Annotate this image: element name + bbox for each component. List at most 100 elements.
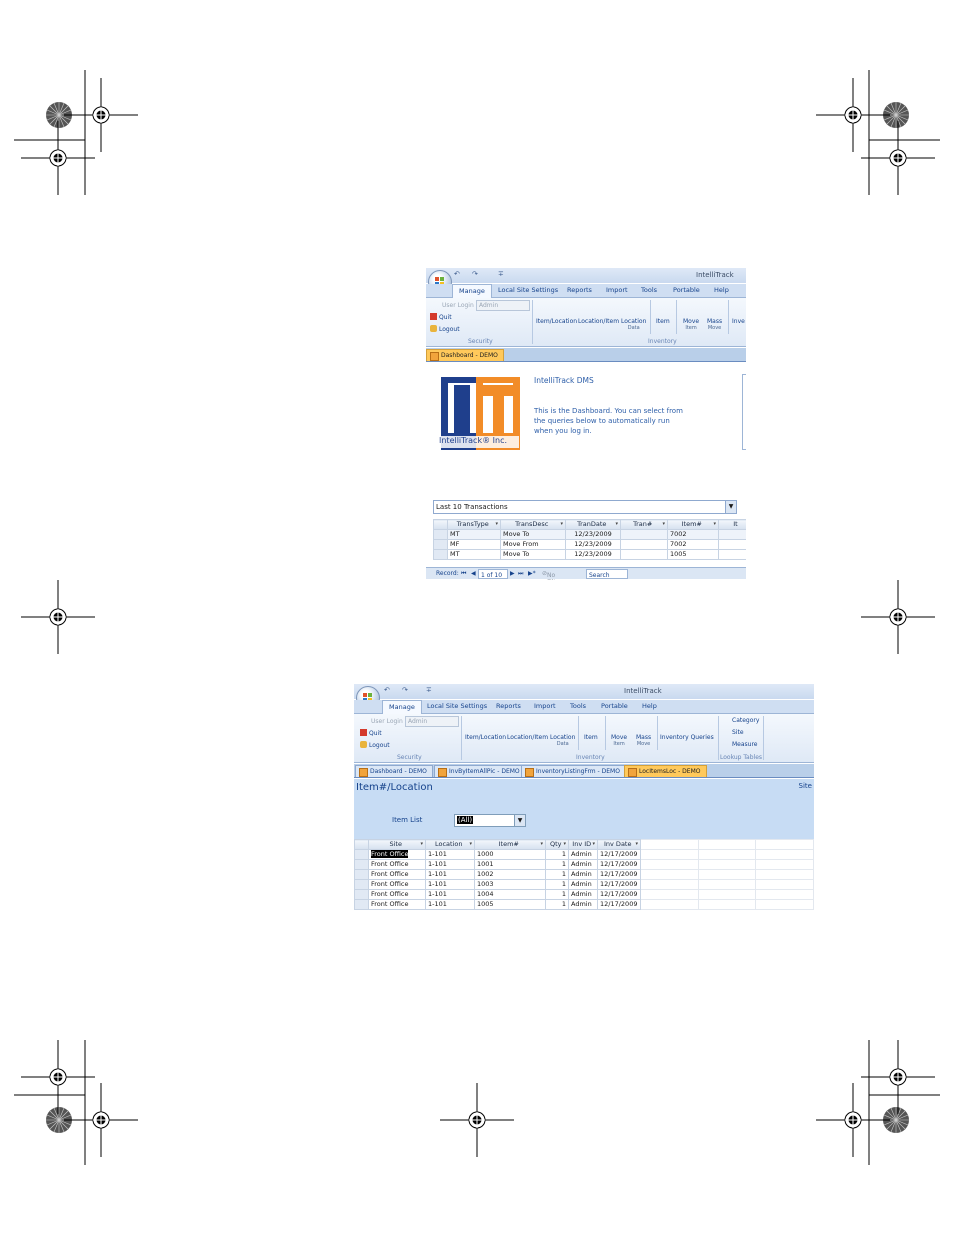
cell[interactable]: 7002 [667, 529, 719, 540]
column-header[interactable]: TransType ▾ [447, 519, 501, 530]
table-row[interactable]: Front Office 1-101 1005 1 Admin 12/17/20… [354, 899, 814, 910]
row-selector[interactable] [354, 889, 369, 900]
tab-tools[interactable]: Tools [570, 702, 586, 710]
row-selector[interactable] [433, 549, 448, 560]
cell[interactable]: 12/23/2009 [565, 549, 621, 560]
filter-status[interactable]: ⊘ No Filter [542, 570, 562, 580]
chevron-down-icon[interactable]: ▼ [725, 501, 736, 513]
row-selector[interactable] [433, 539, 448, 550]
cell[interactable]: 1-101 [425, 869, 475, 880]
column-header[interactable]: Tran# ▾ [620, 519, 668, 530]
cell[interactable]: Admin [568, 879, 598, 890]
table-row[interactable]: MT Move To 12/23/2009 1005 [433, 549, 746, 560]
undo-icon[interactable]: ↶ [454, 270, 460, 278]
table-row[interactable]: Front Office 1-101 1002 1 Admin 12/17/20… [354, 869, 814, 880]
customize-qat-icon[interactable]: ∓ [426, 686, 432, 694]
chevron-down-icon[interactable]: ▼ [514, 815, 525, 826]
row-selector[interactable] [354, 899, 369, 910]
item-location-button[interactable]: Item/Location [536, 318, 577, 325]
query-select[interactable]: Last 10 Transactions ▼ [433, 500, 737, 514]
column-header[interactable]: Item# ▾ [474, 839, 546, 850]
cell[interactable] [620, 549, 668, 560]
doc-tab-inventorylistingfrm[interactable]: InventoryListingFrm - DEMO [521, 765, 626, 777]
cell[interactable]: 12/17/2009 [597, 879, 641, 890]
cell[interactable] [620, 529, 668, 540]
record-position-input[interactable]: 1 of 10 [478, 569, 508, 579]
column-header[interactable]: TransDesc ▾ [500, 519, 566, 530]
column-header[interactable]: Qty ▾ [545, 839, 569, 850]
cell[interactable]: MT [447, 549, 501, 560]
cell[interactable]: Admin [568, 849, 598, 860]
redo-icon[interactable]: ↷ [402, 686, 408, 694]
column-header[interactable]: Item# ▾ [667, 519, 719, 530]
table-row[interactable]: MT Move To 12/23/2009 7002 [433, 529, 746, 540]
cell[interactable]: 1 [545, 869, 569, 880]
cell[interactable]: 12/17/2009 [597, 849, 641, 860]
row-selector[interactable] [354, 859, 369, 870]
cell[interactable]: 12/17/2009 [597, 859, 641, 870]
row-selector[interactable] [354, 879, 369, 890]
tab-tools[interactable]: Tools [641, 286, 657, 294]
table-row[interactable]: MF Move From 12/23/2009 7002 [433, 539, 746, 550]
cell[interactable]: 1 [545, 859, 569, 870]
item-list-select[interactable]: (All) ▼ [454, 814, 526, 827]
column-header[interactable]: Site ▾ [368, 839, 426, 850]
cell[interactable]: Admin [568, 859, 598, 870]
measure-button[interactable]: Measure [732, 741, 758, 748]
mass-move-button[interactable]: Mass Move [636, 734, 651, 748]
next-record-icon[interactable]: ▶ [510, 570, 515, 577]
cell[interactable]: Front Office [368, 879, 426, 890]
cell[interactable] [718, 529, 746, 540]
table-row[interactable]: Front Office 1-101 1000 1 Admin 12/17/20… [354, 849, 814, 860]
tab-help[interactable]: Help [642, 702, 657, 710]
cell[interactable] [718, 549, 746, 560]
move-item-button[interactable]: Move Item [611, 734, 627, 748]
doc-tab-locitemsloc[interactable]: LocItemsLoc - DEMO [624, 765, 707, 777]
cell[interactable]: Front Office [368, 869, 426, 880]
tab-import[interactable]: Import [534, 702, 556, 710]
cell[interactable]: Admin [568, 869, 598, 880]
select-all-corner[interactable] [433, 519, 448, 530]
quit-button[interactable]: Quit [430, 313, 452, 321]
row-selector[interactable] [354, 869, 369, 880]
category-button[interactable]: Category [732, 717, 759, 724]
cell[interactable]: Front Office [368, 859, 426, 870]
cell[interactable]: 1-101 [425, 849, 475, 860]
logout-button[interactable]: Logout [430, 325, 460, 333]
cell[interactable]: 1 [545, 899, 569, 910]
cell[interactable]: 12/17/2009 [597, 899, 641, 910]
table-row[interactable]: Front Office 1-101 1001 1 Admin 12/17/20… [354, 859, 814, 870]
cell[interactable]: 12/17/2009 [597, 889, 641, 900]
move-item-button[interactable]: Move Item [683, 318, 699, 332]
logout-button[interactable]: Logout [360, 741, 390, 749]
item-button[interactable]: Item [584, 734, 598, 741]
cell[interactable]: Admin [568, 889, 598, 900]
column-header[interactable]: TranDate ▾ [565, 519, 621, 530]
cell[interactable] [620, 539, 668, 550]
cell[interactable]: 1-101 [425, 879, 475, 890]
tab-portable[interactable]: Portable [673, 286, 700, 294]
cell[interactable]: Front Office [368, 889, 426, 900]
new-record-icon[interactable]: ▶* [528, 570, 536, 577]
inventory-queries-button[interactable]: Inve [732, 318, 745, 325]
cell[interactable]: 12/23/2009 [565, 539, 621, 550]
cell[interactable]: 1003 [474, 879, 546, 890]
column-header[interactable]: It [718, 519, 746, 530]
cell[interactable]: Move To [500, 549, 566, 560]
mass-move-button[interactable]: Mass Move [707, 318, 722, 332]
tab-manage[interactable]: Manage [452, 284, 492, 299]
first-record-icon[interactable]: ⏮ [461, 570, 466, 578]
column-header[interactable]: Inv ID ▾ [568, 839, 598, 850]
table-row[interactable]: Front Office 1-101 1003 1 Admin 12/17/20… [354, 879, 814, 890]
cell[interactable]: 1-101 [425, 899, 475, 910]
cell[interactable]: 1005 [474, 899, 546, 910]
search-input[interactable]: Search [586, 569, 628, 579]
cell[interactable]: Front Office [368, 849, 426, 860]
doc-tab-dashboard[interactable]: Dashboard - DEMO [355, 765, 433, 777]
tab-reports[interactable]: Reports [567, 286, 592, 294]
user-login-combo[interactable]: Admin [405, 716, 459, 727]
cell[interactable]: 7002 [667, 539, 719, 550]
inventory-queries-button[interactable]: Inventory Queries [660, 734, 714, 741]
doc-tab-invbyitemallpic[interactable]: InvByItemAllPic - DEMO [434, 765, 526, 777]
location-data-button[interactable]: Location Data [550, 734, 575, 748]
